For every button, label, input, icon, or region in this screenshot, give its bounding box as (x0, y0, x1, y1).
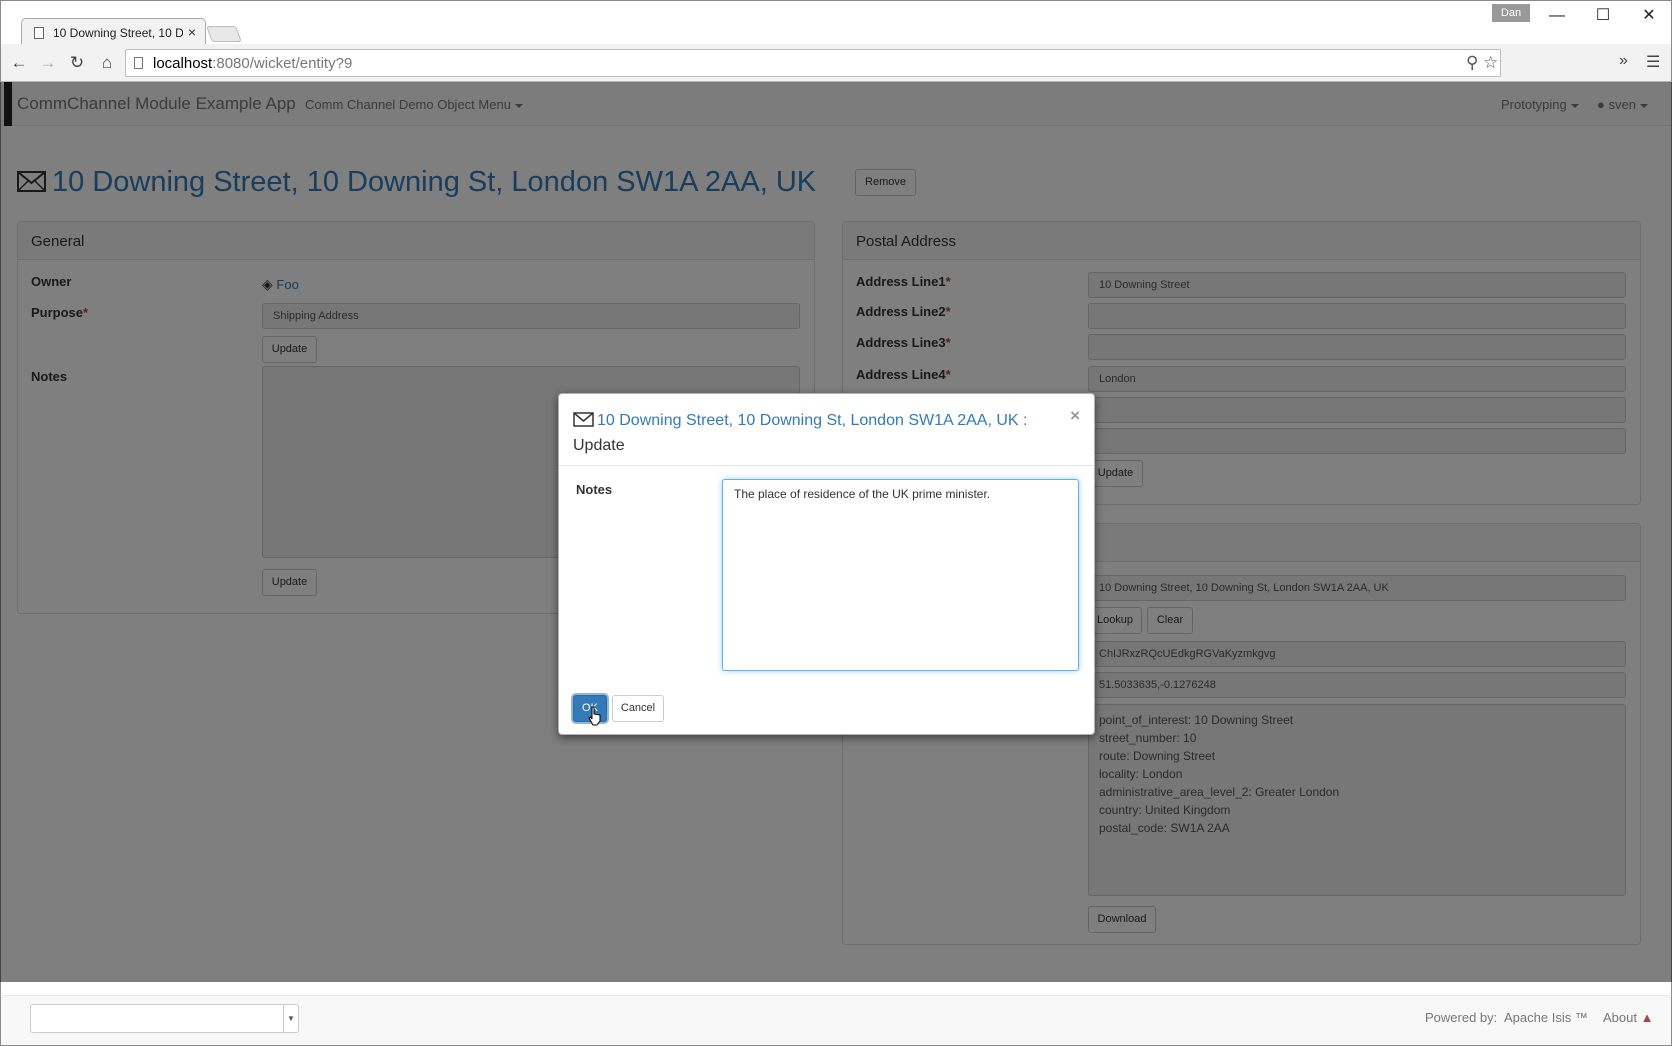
bookmark-star-icon[interactable]: ☆ (1483, 53, 1498, 73)
minimize-icon[interactable]: — (1534, 1, 1580, 31)
address-bar[interactable]: localhost:8080/wicket/entity?9 ⚲ ☆ (125, 49, 1501, 77)
search-icon[interactable]: ⚲ (1466, 53, 1478, 73)
envelope-icon (573, 411, 594, 434)
extensions-chevron-icon[interactable]: » (1619, 52, 1628, 70)
warning-icon: ▲ (1640, 1010, 1654, 1025)
browser-user-badge[interactable]: Dan (1492, 4, 1530, 22)
page-icon (134, 57, 143, 69)
cancel-button[interactable]: Cancel (612, 695, 664, 722)
new-tab-button[interactable] (206, 26, 242, 42)
browser-tab-title: 10 Downing Street, 10 Do (53, 26, 183, 40)
url-text: localhost:8080/wicket/entity?9 (153, 55, 353, 72)
tab-close-icon[interactable]: × (188, 24, 196, 40)
mouse-cursor-icon (588, 706, 602, 729)
dialog-title-link[interactable]: 10 Downing Street, 10 Downing St, London… (597, 412, 1019, 429)
dialog-title: 10 Downing Street, 10 Downing St, London… (573, 409, 1043, 457)
document-icon (34, 27, 44, 39)
browser-titlebar: 10 Downing Street, 10 Do × Dan — ☐ ✕ (0, 0, 1672, 46)
back-icon[interactable]: ← (8, 52, 30, 74)
browser-menu-icon[interactable]: ☰ (1646, 52, 1660, 72)
chevron-down-icon: ▼ (283, 1005, 298, 1032)
powered-by-label: Powered by: (1425, 1010, 1498, 1025)
dialog-action-name: Update (573, 437, 625, 454)
dialog-notes-label: Notes (576, 482, 613, 497)
dialog-notes-textarea[interactable]: The place of residence of the UK prime m… (722, 479, 1079, 671)
close-window-icon[interactable]: ✕ (1626, 1, 1672, 31)
footer-select[interactable]: ▼ (30, 1004, 299, 1033)
forward-icon[interactable]: → (37, 52, 59, 74)
home-icon[interactable]: ⌂ (96, 52, 118, 74)
about-link[interactable]: About ▲ (1603, 1010, 1653, 1025)
dialog-header: 10 Downing Street, 10 Downing St, London… (559, 394, 1094, 466)
reload-icon[interactable]: ↻ (66, 52, 88, 74)
browser-toolbar: ← → ↻ ⌂ localhost:8080/wicket/entity?9 ⚲… (0, 44, 1672, 82)
update-notes-dialog: 10 Downing Street, 10 Downing St, London… (558, 393, 1095, 735)
browser-tab[interactable]: 10 Downing Street, 10 Do × (21, 18, 206, 46)
close-icon[interactable]: × (1070, 406, 1080, 426)
footer: ▼ Powered by: Apache Isis ™ About ▲ (0, 995, 1672, 1046)
dialog-title-separator: : (1018, 412, 1028, 429)
maximize-icon[interactable]: ☐ (1580, 1, 1626, 31)
apache-isis-link[interactable]: Apache Isis ™ (1504, 1010, 1588, 1025)
